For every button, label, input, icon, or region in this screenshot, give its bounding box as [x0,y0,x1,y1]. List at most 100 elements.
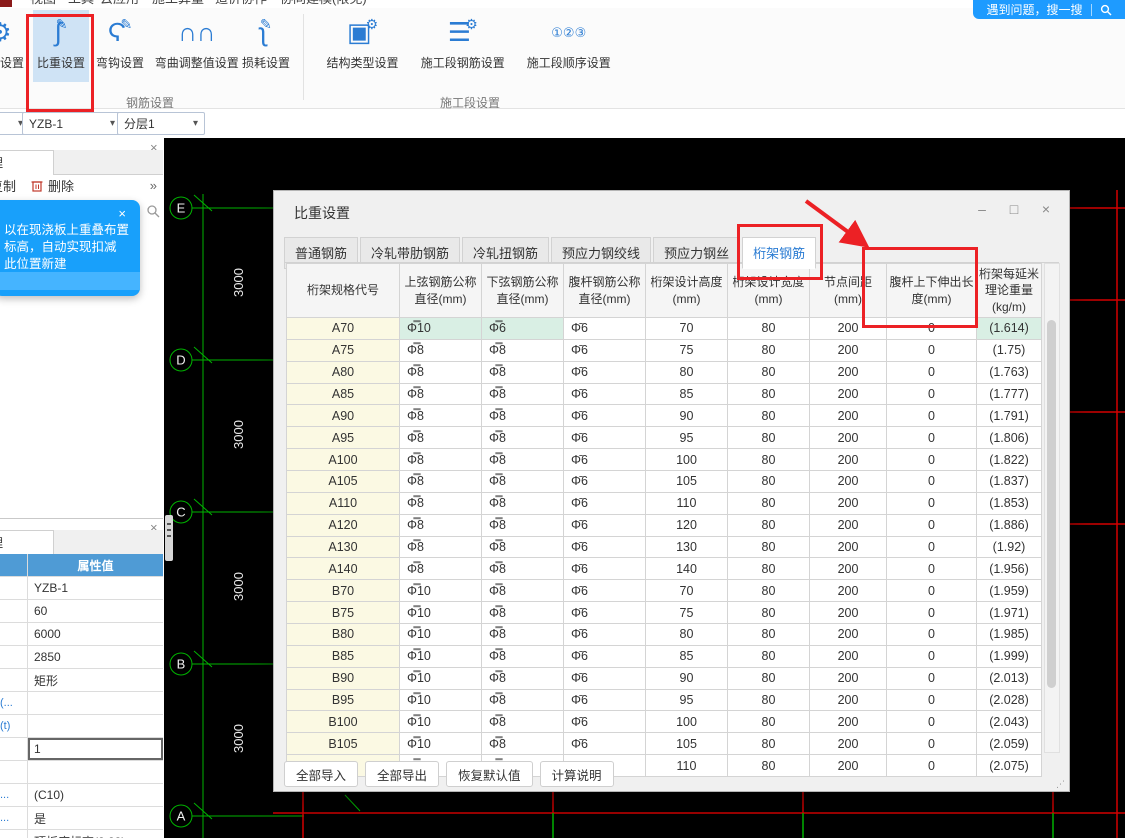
table-cell[interactable]: Φ̿8 [482,667,564,690]
tab-properties[interactable]: 管理 [0,530,54,555]
table-cell[interactable]: 85 [646,645,728,668]
table-cell[interactable]: 85 [646,383,728,406]
property-value[interactable]: 60 [28,600,163,622]
dialog-tab-桁架钢筋[interactable]: 桁架钢筋 [737,224,824,280]
table-cell[interactable]: 80 [728,492,810,515]
table-cell[interactable]: (1.75) [977,339,1042,362]
table-cell[interactable]: 0 [887,427,977,450]
ribbon-button-弯钩设置[interactable]: Ϛ ✎ 弯钩设置 [92,10,148,82]
table-cell[interactable]: 80 [728,318,810,340]
table-cell[interactable]: 200 [810,602,887,625]
copy-button[interactable]: 复制 [0,176,16,195]
maximize-icon[interactable]: □ [1003,201,1025,219]
table-cell[interactable]: A70 [287,318,400,340]
table-cell[interactable]: Φ̿8 [482,427,564,450]
table-cell[interactable]: (2.013) [977,667,1042,690]
table-cell[interactable]: A80 [287,361,400,384]
element-name-combo[interactable]: YZB-1 ▾ [22,112,122,135]
table-cell[interactable]: 80 [728,624,810,646]
resize-grip-icon[interactable]: ⋰ [1056,779,1066,789]
table-cell[interactable]: (2.059) [977,733,1042,756]
table-cell[interactable]: (1.806) [977,427,1042,450]
table-cell[interactable]: Φ̄6 [564,514,646,537]
table-cell[interactable]: 0 [887,733,977,756]
table-cell[interactable]: B105 [287,733,400,756]
ribbon-button-计算设置[interactable]: ⚙ 计算设置 [0,10,28,82]
ribbon-button-比重设置[interactable]: ∫ ✎ 比重设置 [33,10,89,82]
table-cell[interactable]: Φ̄6 [564,711,646,734]
table-cell[interactable]: 200 [810,711,887,734]
table-cell[interactable]: 120 [646,514,728,537]
table-cell[interactable]: Φ̿6 [482,318,564,340]
table-cell[interactable]: 200 [810,645,887,668]
table-cell[interactable]: 80 [728,427,810,450]
table-cell[interactable]: 75 [646,339,728,362]
table-cell[interactable]: 0 [887,361,977,384]
table-cell[interactable]: 80 [728,667,810,690]
property-value[interactable] [28,692,163,714]
table-cell[interactable]: (1.999) [977,645,1042,668]
property-value[interactable]: 6000 [28,623,163,645]
table-cell[interactable]: (1.959) [977,580,1042,603]
table-cell[interactable]: (1.853) [977,492,1042,515]
table-cell[interactable]: A110 [287,492,400,515]
table-cell[interactable]: Φ̄6 [564,427,646,450]
table-cell[interactable]: Φ̿8 [482,602,564,625]
table-cell[interactable]: B75 [287,602,400,625]
ribbon-button-弯曲调整值设置[interactable]: ∩∩ 弯曲调整值设置 [146,10,248,82]
table-cell[interactable]: Φ̿10 [400,667,482,690]
table-cell[interactable]: Φ̿8 [400,383,482,406]
minimize-icon[interactable]: – [971,201,993,219]
table-cell[interactable]: A75 [287,339,400,362]
table-cell[interactable]: Φ̄6 [564,580,646,603]
table-cell[interactable]: Φ̿10 [400,689,482,712]
menu-item-1[interactable]: 视图 [30,0,56,7]
table-cell[interactable]: Φ̄6 [564,492,646,515]
table-cell[interactable]: Φ̄6 [564,558,646,581]
table-cell[interactable]: Φ̄6 [564,405,646,428]
table-cell[interactable]: 80 [728,361,810,384]
table-cell[interactable]: (1.971) [977,602,1042,625]
table-cell[interactable]: 0 [887,492,977,515]
table-cell[interactable]: 200 [810,383,887,406]
table-cell[interactable]: Φ̿8 [482,449,564,472]
panel-splitter-handle[interactable] [165,515,173,561]
property-value[interactable]: 矩形 [28,669,163,691]
table-cell[interactable]: 200 [810,427,887,450]
table-cell[interactable]: (1.614) [977,318,1042,340]
table-cell[interactable]: 0 [887,383,977,406]
table-cell[interactable]: Φ̿8 [482,383,564,406]
scrollbar-thumb[interactable] [1047,320,1056,688]
table-cell[interactable]: 0 [887,471,977,493]
table-cell[interactable]: A105 [287,471,400,493]
table-cell[interactable]: Φ̄6 [564,733,646,756]
table-cell[interactable]: Φ̄6 [564,361,646,384]
table-cell[interactable]: Φ̿8 [482,361,564,384]
table-cell[interactable]: Φ̿10 [400,645,482,668]
search-icon[interactable] [146,204,160,218]
table-cell[interactable]: 0 [887,405,977,428]
table-cell[interactable]: Φ̿8 [482,580,564,603]
table-cell[interactable]: 80 [728,733,810,756]
table-cell[interactable]: 70 [646,318,728,340]
table-cell[interactable]: Φ̿8 [482,711,564,734]
table-cell[interactable]: Φ̄6 [564,449,646,472]
table-cell[interactable]: 200 [810,405,887,428]
table-cell[interactable]: Φ̄6 [564,339,646,362]
table-cell[interactable]: 0 [887,318,977,340]
table-cell[interactable]: Φ̿10 [400,580,482,603]
table-cell[interactable]: 200 [810,667,887,690]
table-cell[interactable]: 0 [887,536,977,559]
table-cell[interactable]: Φ̿8 [400,514,482,537]
ribbon-button-损耗设置[interactable]: ʅ ✎ 损耗设置 [238,10,294,82]
table-cell[interactable]: Φ̿8 [482,339,564,362]
table-cell[interactable]: Φ̿10 [400,602,482,625]
table-cell[interactable]: 110 [646,492,728,515]
table-cell[interactable]: Φ̿8 [400,536,482,559]
property-value[interactable] [28,715,163,737]
property-value[interactable]: 2850 [28,646,163,668]
property-value[interactable]: 是 [28,807,163,829]
table-cell[interactable]: 80 [728,449,810,472]
table-cell[interactable]: 130 [646,536,728,559]
table-cell[interactable]: B100 [287,711,400,734]
